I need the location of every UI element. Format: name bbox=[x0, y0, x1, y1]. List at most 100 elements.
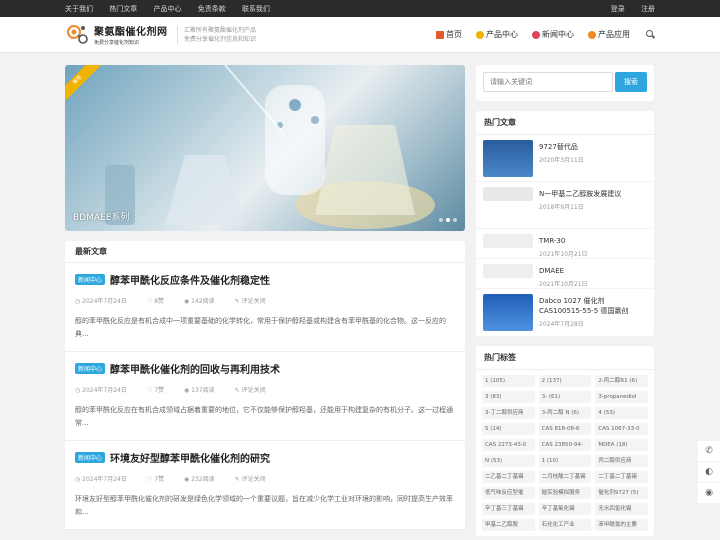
post-title[interactable]: 环境友好型醇苯甲酰化催化剂的研究 bbox=[110, 450, 270, 465]
tag-item[interactable]: 1 (105) bbox=[482, 375, 535, 387]
hot-post-thumbnail bbox=[483, 140, 533, 177]
register-link[interactable]: 注册 bbox=[641, 5, 655, 13]
post-date: ◷ 2024年7月24日 bbox=[75, 387, 127, 394]
slider-dot[interactable] bbox=[439, 218, 443, 222]
tag-item[interactable]: CAS 818-08-6 bbox=[538, 423, 592, 435]
post-date: ◷ 2024年7月24日 bbox=[75, 298, 127, 305]
tag-item[interactable]: 二月桂酸二丁基锡 bbox=[538, 471, 592, 483]
nav-news[interactable]: 新闻中心 bbox=[532, 29, 574, 40]
tag-item[interactable]: 3 (83) bbox=[482, 391, 535, 403]
top-link-products[interactable]: 产品中心 bbox=[153, 5, 181, 13]
tag-item[interactable]: 无水四氢化锡 bbox=[595, 503, 648, 515]
tag-item[interactable]: 二丁基二丁基锡 bbox=[595, 471, 648, 483]
slide-caption: BDMAEE系列 bbox=[73, 213, 130, 223]
tag-item[interactable]: 2 (137) bbox=[538, 375, 592, 387]
hot-post-title[interactable]: N一甲基二乙醇胺发展建议 bbox=[539, 189, 621, 199]
top-link-disclaimer[interactable]: 免责条款 bbox=[198, 5, 226, 13]
tag-item[interactable]: 3-丁二醇供应商 bbox=[482, 407, 535, 419]
nav-home[interactable]: 首页 bbox=[436, 29, 462, 40]
post-likes[interactable]: ♡ 7赞 bbox=[147, 474, 174, 483]
hot-post-date: 2021年10月21日 bbox=[539, 251, 588, 258]
post-meta: ◷ 2024年7月24日 ♡ 7赞 ◉ 137阅读 ✎ 评论关闭 bbox=[75, 385, 455, 394]
hot-post-date: 2021年10月21日 bbox=[539, 281, 588, 288]
tag-item[interactable]: 丙二醇供应商 bbox=[595, 455, 648, 467]
hot-tags-heading: 热门标签 bbox=[476, 346, 654, 370]
post-excerpt: 醇的苯甲酰化反应在有机合成领域占据着重要的地位，它不仅能够保护醇羟基，还能用于构… bbox=[75, 406, 453, 427]
site-logo[interactable]: 聚氨酯催化剂网 免费分享催化剂知识 bbox=[65, 22, 175, 48]
post-title[interactable]: 醇苯甲酰化反应条件及催化剂稳定性 bbox=[110, 272, 270, 287]
slider-dots bbox=[436, 218, 457, 222]
tag-item[interactable]: 石化化工产业 bbox=[538, 519, 592, 531]
hot-post-item[interactable]: N一甲基二乙醇胺发展建议 2018年9月11日 bbox=[476, 182, 654, 229]
tag-item[interactable]: 3-丙二醇 N (6) bbox=[538, 407, 592, 419]
news-icon bbox=[532, 30, 540, 39]
lab-illustration bbox=[105, 65, 435, 229]
nav-applications[interactable]: 产品应用 bbox=[588, 29, 630, 40]
hot-post-title[interactable]: TMR-30 bbox=[539, 236, 588, 246]
tag-item[interactable]: 5 (14) bbox=[482, 423, 535, 435]
post-item: 新闻中心 环境友好型醇苯甲酰化催化剂的研究 ◷ 2024年7月24日 ♡ 7赞 … bbox=[65, 441, 465, 530]
phone-icon[interactable]: ✆ bbox=[698, 441, 720, 461]
hot-post-title[interactable]: DMAEE bbox=[539, 266, 588, 276]
slider-dot-active[interactable] bbox=[446, 218, 450, 222]
banner-slider[interactable]: 推荐 BDMAEE系列 bbox=[65, 65, 465, 231]
slogan-line-2: 免费分享催化剂信息和知识 bbox=[184, 35, 257, 43]
tag-item[interactable]: 催实验模拟服务 bbox=[538, 487, 592, 499]
floating-toolbar: ✆ ◐ ◉ bbox=[698, 441, 720, 504]
site-slogan: 汇聚所有聚氨酯催化剂产品 免费分享催化剂信息和知识 bbox=[177, 25, 257, 44]
top-link-contact[interactable]: 联系我们 bbox=[242, 5, 270, 13]
tag-item[interactable]: 苯甲酰氯的主要 bbox=[595, 519, 648, 531]
tag-item[interactable]: 辛丁基氧化锡 bbox=[538, 503, 592, 515]
post-item: 新闻中心 醇苯甲酰化反应条件及催化剂稳定性 ◷ 2024年7月24日 ♡ 8赞 … bbox=[65, 263, 465, 352]
tag-item[interactable]: CAS 2273-43-0 bbox=[482, 439, 535, 451]
hot-post-title[interactable]: Dabco 1027 催化剂 CAS100515-55-5 德国赢创 bbox=[539, 296, 647, 316]
hot-post-title[interactable]: 9727替代品 bbox=[539, 142, 584, 152]
tag-item[interactable]: CAS 23850-94- bbox=[538, 439, 592, 451]
post-item: 新闻中心 醇苯甲酰化催化剂的回收与再利用技术 ◷ 2024年7月24日 ♡ 7赞… bbox=[65, 352, 465, 441]
tag-item[interactable]: 3- (61) bbox=[538, 391, 592, 403]
post-views: ◉ 232阅读 bbox=[184, 476, 215, 483]
tag-item[interactable]: 辛丁基三丁基锡 bbox=[482, 503, 535, 515]
tag-item[interactable]: N (53) bbox=[482, 455, 535, 467]
tag-item[interactable]: CAS 1067-33-0 bbox=[595, 423, 648, 435]
logo-icon bbox=[65, 22, 91, 48]
tag-item[interactable]: 3-propanediol bbox=[595, 391, 648, 403]
post-category-badge[interactable]: 新闻中心 bbox=[75, 452, 106, 463]
post-views: ◉ 137阅读 bbox=[184, 387, 215, 394]
tag-item[interactable]: MDEA (18) bbox=[595, 439, 648, 451]
logo-subtitle: 免费分享催化剂知识 bbox=[94, 40, 140, 46]
account-links: 登录 注册 bbox=[611, 4, 655, 14]
weibo-icon[interactable]: ◉ bbox=[698, 483, 720, 503]
top-link-about[interactable]: 关于我们 bbox=[65, 5, 93, 13]
nav-products[interactable]: 产品中心 bbox=[476, 29, 518, 40]
post-category-badge[interactable]: 新闻中心 bbox=[75, 363, 106, 374]
tag-item[interactable]: 2-丙二醇R1 (6) bbox=[595, 375, 648, 387]
hot-post-item[interactable]: Dabco 1027 催化剂 CAS100515-55-5 德国赢创 2024年… bbox=[476, 289, 654, 336]
post-category-badge[interactable]: 新闻中心 bbox=[75, 274, 106, 285]
top-link-hot[interactable]: 热门文章 bbox=[109, 5, 137, 13]
post-likes[interactable]: ♡ 7赞 bbox=[147, 385, 174, 394]
post-likes[interactable]: ♡ 8赞 bbox=[147, 296, 174, 305]
post-meta: ◷ 2024年7月24日 ♡ 7赞 ◉ 232阅读 ✎ 评论关闭 bbox=[75, 474, 455, 483]
tag-item[interactable]: 甲基二乙醇胺 bbox=[482, 519, 535, 531]
site-header: 聚氨酯催化剂网 免费分享催化剂知识 汇聚所有聚氨酯催化剂产品 免费分享催化剂信息… bbox=[0, 17, 720, 53]
tag-item[interactable]: 催化剂9727 (5) bbox=[595, 487, 648, 499]
slider-dot[interactable] bbox=[453, 218, 457, 222]
nav-news-label: 新闻中心 bbox=[542, 30, 574, 39]
hot-post-date: 2024年7月28日 bbox=[539, 321, 584, 328]
tag-item[interactable]: 二乙基二丁基锡 bbox=[482, 471, 535, 483]
login-link[interactable]: 登录 bbox=[611, 5, 625, 13]
hot-post-item[interactable]: DMAEE 2021年10月21日 bbox=[476, 259, 654, 289]
search-icon[interactable] bbox=[646, 30, 655, 39]
tag-item[interactable]: 4 (53) bbox=[595, 407, 648, 419]
search-input[interactable] bbox=[483, 72, 613, 92]
post-excerpt: 醇的苯甲酰化反应是有机合成中一项重要基础的化学转化，常用于保护醇羟基或构建含有苯… bbox=[75, 317, 446, 338]
hot-post-item[interactable]: TMR-30 2021年10月21日 bbox=[476, 229, 654, 259]
wechat-icon[interactable]: ◐ bbox=[698, 462, 720, 482]
tag-item[interactable]: 低气味反应型催 bbox=[482, 487, 535, 499]
search-button[interactable]: 搜索 bbox=[615, 72, 647, 92]
product-icon bbox=[476, 30, 484, 39]
tag-item[interactable]: 1 (10) bbox=[538, 455, 592, 467]
post-title[interactable]: 醇苯甲酰化催化剂的回收与再利用技术 bbox=[110, 361, 280, 376]
hot-post-item[interactable]: 9727替代品 2020年3月11日 bbox=[476, 135, 654, 182]
